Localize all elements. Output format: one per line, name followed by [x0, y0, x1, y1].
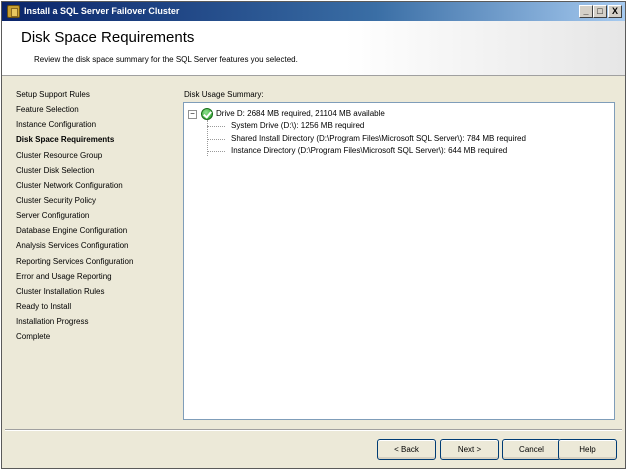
tree-connector: [207, 126, 225, 127]
installer-window: Install a SQL Server Failover Cluster _ …: [1, 1, 626, 469]
tree-item-shared-install-directory[interactable]: Shared Install Directory (D:\Program Fil…: [231, 134, 526, 143]
success-check-icon: [201, 108, 213, 120]
step-error-and-usage-reporting: Error and Usage Reporting: [16, 272, 112, 281]
back-button[interactable]: < Back: [377, 439, 436, 460]
step-cluster-installation-rules: Cluster Installation Rules: [16, 287, 105, 296]
cancel-button[interactable]: Cancel: [502, 439, 561, 460]
step-feature-selection: Feature Selection: [16, 105, 79, 114]
collapse-toggle-icon[interactable]: −: [188, 110, 197, 119]
step-cluster-security-policy: Cluster Security Policy: [16, 196, 97, 205]
sql-server-setup-icon: [7, 5, 20, 18]
step-cluster-resource-group: Cluster Resource Group: [16, 151, 103, 160]
maximize-button[interactable]: □: [593, 5, 607, 18]
step-instance-configuration: Instance Configuration: [16, 120, 97, 129]
main-content: Disk Usage Summary: − Drive D: 2684 MB r…: [177, 82, 623, 427]
step-complete: Complete: [16, 332, 51, 341]
step-setup-support-rules: Setup Support Rules: [16, 90, 90, 99]
page-title: Disk Space Requirements: [21, 29, 195, 46]
tree-connector: [207, 151, 225, 152]
tree-item-drive-d[interactable]: Drive D: 2684 MB required, 21104 MB avai…: [216, 109, 385, 118]
step-disk-space-requirements: Disk Space Requirements: [16, 135, 115, 144]
steps-sidebar: Setup Support Rules Feature Selection In…: [5, 82, 173, 427]
tree-item-instance-directory[interactable]: Instance Directory (D:\Program Files\Mic…: [231, 146, 507, 155]
step-analysis-services-configuration: Analysis Services Configuration: [16, 241, 129, 250]
footer-separator: [5, 429, 622, 431]
step-server-configuration: Server Configuration: [16, 211, 90, 220]
step-reporting-services-configuration: Reporting Services Configuration: [16, 257, 134, 266]
disk-usage-summary-label: Disk Usage Summary:: [184, 90, 264, 99]
step-installation-progress: Installation Progress: [16, 317, 89, 326]
tree-connector: [207, 139, 225, 140]
minimize-button[interactable]: _: [579, 5, 593, 18]
step-cluster-network-configuration: Cluster Network Configuration: [16, 181, 123, 190]
title-bar[interactable]: Install a SQL Server Failover Cluster _ …: [2, 2, 625, 21]
step-ready-to-install: Ready to Install: [16, 302, 72, 311]
tree-item-system-drive[interactable]: System Drive (D:\): 1256 MB required: [231, 121, 364, 130]
close-button[interactable]: X: [608, 5, 622, 18]
step-database-engine-configuration: Database Engine Configuration: [16, 226, 128, 235]
page-header: Disk Space Requirements Review the disk …: [2, 21, 625, 76]
page-subtitle: Review the disk space summary for the SQ…: [34, 55, 298, 64]
disk-usage-tree[interactable]: − Drive D: 2684 MB required, 21104 MB av…: [183, 102, 615, 420]
next-button[interactable]: Next >: [440, 439, 499, 460]
help-button[interactable]: Help: [558, 439, 617, 460]
window-title: Install a SQL Server Failover Cluster: [24, 6, 180, 16]
step-cluster-disk-selection: Cluster Disk Selection: [16, 166, 95, 175]
